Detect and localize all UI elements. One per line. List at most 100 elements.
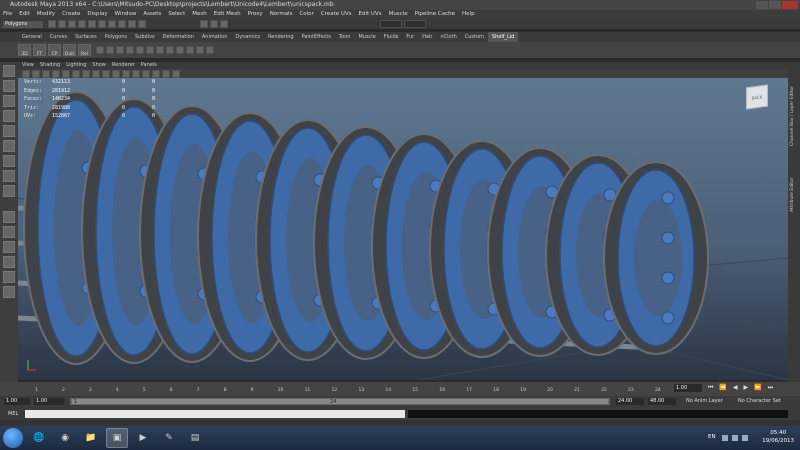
shelf-tool-icon[interactable] — [186, 46, 194, 54]
view-cube[interactable]: BACK — [746, 84, 768, 110]
wireframe-icon[interactable] — [122, 70, 130, 78]
shelf-tool-icon[interactable] — [96, 46, 104, 54]
shelf-tab[interactable]: Toon — [335, 32, 355, 42]
step-back-icon[interactable]: ⏪ — [719, 384, 726, 392]
explorer-icon[interactable]: 📁 — [80, 428, 102, 448]
network-icon[interactable] — [722, 435, 728, 441]
clock[interactable]: 05:40 19/06/2013 — [762, 429, 794, 445]
menu-item[interactable]: Display — [87, 10, 107, 19]
shelf-icon-cp[interactable]: CP — [48, 44, 61, 57]
panel-menu-item[interactable]: Shading — [40, 62, 60, 69]
menu-item[interactable]: Select — [168, 10, 185, 19]
layout-persp-graph-icon[interactable] — [3, 271, 15, 283]
notepad-icon[interactable]: ▤ — [184, 428, 206, 448]
menu-item[interactable]: File — [3, 10, 12, 19]
film-gate-icon[interactable] — [72, 70, 80, 78]
play-back-icon[interactable]: ◀ — [733, 384, 738, 392]
save-scene-icon[interactable] — [68, 20, 76, 28]
select-by-object-icon[interactable] — [88, 20, 96, 28]
perspective-viewport[interactable]: Verts: 432113 0 0 Edges: 281912 0 0 Faces: 148234… — [18, 78, 788, 380]
shelf-tab[interactable]: Hair — [418, 32, 436, 42]
menu-item[interactable]: Color — [299, 10, 313, 19]
numeric-input-field[interactable] — [380, 20, 402, 28]
maximize-button[interactable] — [769, 1, 781, 9]
new-scene-icon[interactable] — [48, 20, 56, 28]
panel-menu-item[interactable]: Renderer — [112, 62, 135, 69]
panel-menu-item[interactable]: Show — [92, 62, 106, 69]
menu-item[interactable]: Mesh — [192, 10, 206, 19]
command-language-label[interactable]: MEL — [8, 411, 18, 417]
menu-item[interactable]: Edit — [19, 10, 30, 19]
grid-icon[interactable] — [62, 70, 70, 78]
shelf-tool-icon[interactable] — [156, 46, 164, 54]
shelf-tab[interactable]: nCloth — [437, 32, 461, 42]
volume-icon[interactable] — [732, 435, 738, 441]
camera-attributes-icon[interactable] — [32, 70, 40, 78]
panel-menu-item[interactable]: Lighting — [66, 62, 86, 69]
shadows-icon[interactable] — [162, 70, 170, 78]
current-frame-field[interactable]: 1.00 — [674, 384, 702, 392]
menu-item[interactable]: Pipeline Cache — [415, 10, 455, 19]
render-settings-icon[interactable] — [220, 20, 228, 28]
field-chart-icon[interactable] — [102, 70, 110, 78]
universal-manip-icon[interactable] — [3, 155, 15, 167]
shelf-tab[interactable]: Subdivs — [131, 32, 159, 42]
language-indicator[interactable]: EN — [708, 434, 716, 440]
menu-item[interactable]: Normals — [270, 10, 293, 19]
anim-layer-dropdown[interactable]: No Anim Layer — [686, 398, 723, 404]
shelf-tool-icon[interactable] — [106, 46, 114, 54]
maya-taskbar-icon[interactable]: ▣ — [106, 428, 128, 448]
menu-set-dropdown[interactable]: Polygons — [3, 21, 43, 28]
shelf-tab[interactable]: Deformation — [159, 32, 198, 42]
menu-item[interactable]: Proxy — [248, 10, 263, 19]
snap-point-icon[interactable] — [128, 20, 136, 28]
shelf-tool-icon[interactable] — [176, 46, 184, 54]
attribute-editor-tab[interactable]: Attribute Editor — [790, 152, 798, 212]
close-button[interactable] — [782, 1, 798, 9]
shelf-icon-3d[interactable]: 3D — [18, 44, 31, 57]
snap-plane-icon[interactable] — [138, 20, 146, 28]
xray-icon[interactable] — [172, 70, 180, 78]
media-player-icon[interactable]: ▶ — [132, 428, 154, 448]
render-current-icon[interactable] — [200, 20, 208, 28]
menu-item[interactable]: Create UVs — [321, 10, 352, 19]
shelf-tab[interactable]: Surfaces — [71, 32, 101, 42]
shelf-tab[interactable]: Dynamics — [231, 32, 264, 42]
move-tool-icon[interactable] — [3, 110, 15, 122]
shelf-tab[interactable]: Curves — [46, 32, 71, 42]
shelf-tool-icon[interactable] — [146, 46, 154, 54]
ie-icon[interactable]: 🌐 — [28, 428, 50, 448]
start-button[interactable] — [3, 428, 23, 448]
layout-four-icon[interactable] — [3, 226, 15, 238]
snap-curve-icon[interactable] — [118, 20, 126, 28]
soft-mod-icon[interactable] — [3, 170, 15, 182]
start-time-field[interactable]: 1.00 — [4, 398, 30, 405]
lasso-tool-icon[interactable] — [3, 80, 15, 92]
menu-item[interactable]: Modify — [37, 10, 55, 19]
select-by-component-icon[interactable] — [98, 20, 106, 28]
layout-two-icon[interactable] — [3, 241, 15, 253]
shelf-tab[interactable]: Muscle — [354, 32, 379, 42]
rename-field[interactable] — [404, 20, 426, 28]
shelf-tool-icon[interactable] — [136, 46, 144, 54]
show-manip-icon[interactable] — [3, 185, 15, 197]
safe-action-icon[interactable] — [112, 70, 120, 78]
shelf-tab[interactable]: General — [18, 32, 46, 42]
textured-icon[interactable] — [142, 70, 150, 78]
resolution-gate-icon[interactable] — [82, 70, 90, 78]
menu-item[interactable]: Help — [462, 10, 475, 19]
menu-item[interactable]: Assets — [143, 10, 161, 19]
shelf-tab[interactable]: Polygons — [101, 32, 131, 42]
end-time-field[interactable]: 48.00 — [648, 398, 676, 405]
shelf-icon-ft[interactable]: FT — [33, 44, 46, 57]
gate-mask-icon[interactable] — [92, 70, 100, 78]
panel-menu-item[interactable]: Panels — [141, 62, 157, 69]
shelf-tool-icon[interactable] — [116, 46, 124, 54]
shelf-tool-icon[interactable] — [196, 46, 204, 54]
menu-item[interactable]: Create — [62, 10, 80, 19]
rotate-tool-icon[interactable] — [3, 125, 15, 137]
go-to-start-icon[interactable]: ⏮ — [708, 384, 713, 392]
smooth-shade-icon[interactable] — [132, 70, 140, 78]
shelf-tab[interactable]: Fluids — [380, 32, 403, 42]
step-forward-icon[interactable]: ⏩ — [754, 384, 761, 392]
